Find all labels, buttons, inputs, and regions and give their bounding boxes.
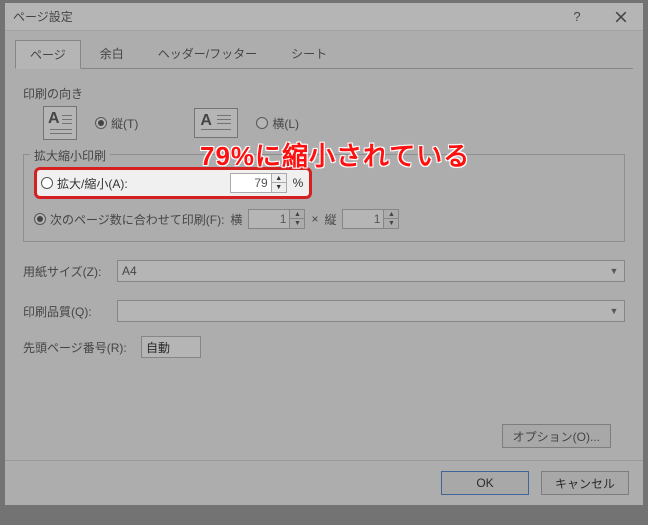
orientation-portrait[interactable]: 縦(T) xyxy=(95,115,138,132)
chevron-down-icon: ▼ xyxy=(606,303,622,319)
spin-up-icon[interactable]: ▲ xyxy=(384,210,398,219)
options-button[interactable]: オプション(O)... xyxy=(502,424,611,448)
first-page-label: 先頭ページ番号(R): xyxy=(23,339,133,356)
dialog-footer: OK キャンセル xyxy=(5,460,643,505)
spin-down-icon[interactable]: ▼ xyxy=(272,183,286,192)
print-quality-label: 印刷品質(Q): xyxy=(23,303,109,320)
tab-margins[interactable]: 余白 xyxy=(85,39,139,68)
print-quality-row: 印刷品質(Q): ▼ xyxy=(23,300,625,322)
print-quality-select[interactable]: ▼ xyxy=(117,300,625,322)
spin-up-icon[interactable]: ▲ xyxy=(290,210,304,219)
radio-icon xyxy=(41,177,53,189)
paper-size-label: 用紙サイズ(Z): xyxy=(23,263,109,280)
cancel-button[interactable]: キャンセル xyxy=(541,471,629,495)
adjust-value-input[interactable] xyxy=(230,173,272,193)
close-button[interactable] xyxy=(599,3,643,31)
scaling-adjust-radio[interactable]: 拡大/縮小(A): xyxy=(41,175,128,192)
orientation-landscape[interactable]: 横(L) xyxy=(256,115,299,132)
fit-tall-spinner[interactable]: ▲▼ xyxy=(342,209,399,229)
fit-wide-input[interactable] xyxy=(248,209,290,229)
orientation-label: 印刷の向き xyxy=(23,85,625,102)
annotation-text: 79%に縮小されている xyxy=(200,136,470,173)
tab-strip: ページ 余白 ヘッダー/フッター シート xyxy=(5,31,643,68)
percent-label: % xyxy=(293,176,304,190)
fit-tall-input[interactable] xyxy=(342,209,384,229)
tab-sheet[interactable]: シート xyxy=(276,39,342,68)
close-icon xyxy=(615,11,627,23)
titlebar: ページ設定 ? xyxy=(5,3,643,31)
tab-page[interactable]: ページ xyxy=(15,40,81,69)
scaling-legend: 拡大縮小印刷 xyxy=(30,147,110,164)
radio-icon xyxy=(34,213,46,225)
paper-size-row: 用紙サイズ(Z): A4 ▼ xyxy=(23,260,625,282)
chevron-down-icon: ▼ xyxy=(606,263,622,279)
times-label: × xyxy=(311,212,318,226)
first-page-row: 先頭ページ番号(R): xyxy=(23,336,625,358)
spin-down-icon[interactable]: ▼ xyxy=(290,219,304,228)
spin-up-icon[interactable]: ▲ xyxy=(272,174,286,183)
spin-down-icon[interactable]: ▼ xyxy=(384,219,398,228)
fit-tall-label: 縦 xyxy=(324,211,336,228)
fit-wide-spinner[interactable]: ▲▼ xyxy=(248,209,305,229)
ok-button[interactable]: OK xyxy=(441,471,529,495)
tab-headerfooter[interactable]: ヘッダー/フッター xyxy=(143,39,272,68)
help-button[interactable]: ? xyxy=(555,3,599,31)
dialog-title: ページ設定 xyxy=(13,8,73,25)
landscape-icon: A xyxy=(194,108,238,138)
portrait-icon: A xyxy=(43,106,77,140)
radio-icon xyxy=(95,117,107,129)
paper-size-select[interactable]: A4 ▼ xyxy=(117,260,625,282)
fit-wide-label: 横 xyxy=(230,211,242,228)
page-setup-dialog: ページ設定 ? ページ 余白 ヘッダー/フッター シート 印刷の向き A 縦(T… xyxy=(4,2,644,506)
radio-icon xyxy=(256,117,268,129)
adjust-spinner[interactable]: ▲▼ xyxy=(230,173,287,193)
first-page-input[interactable] xyxy=(141,336,201,358)
scaling-fit-radio[interactable]: 次のページ数に合わせて印刷(F): xyxy=(34,211,224,228)
